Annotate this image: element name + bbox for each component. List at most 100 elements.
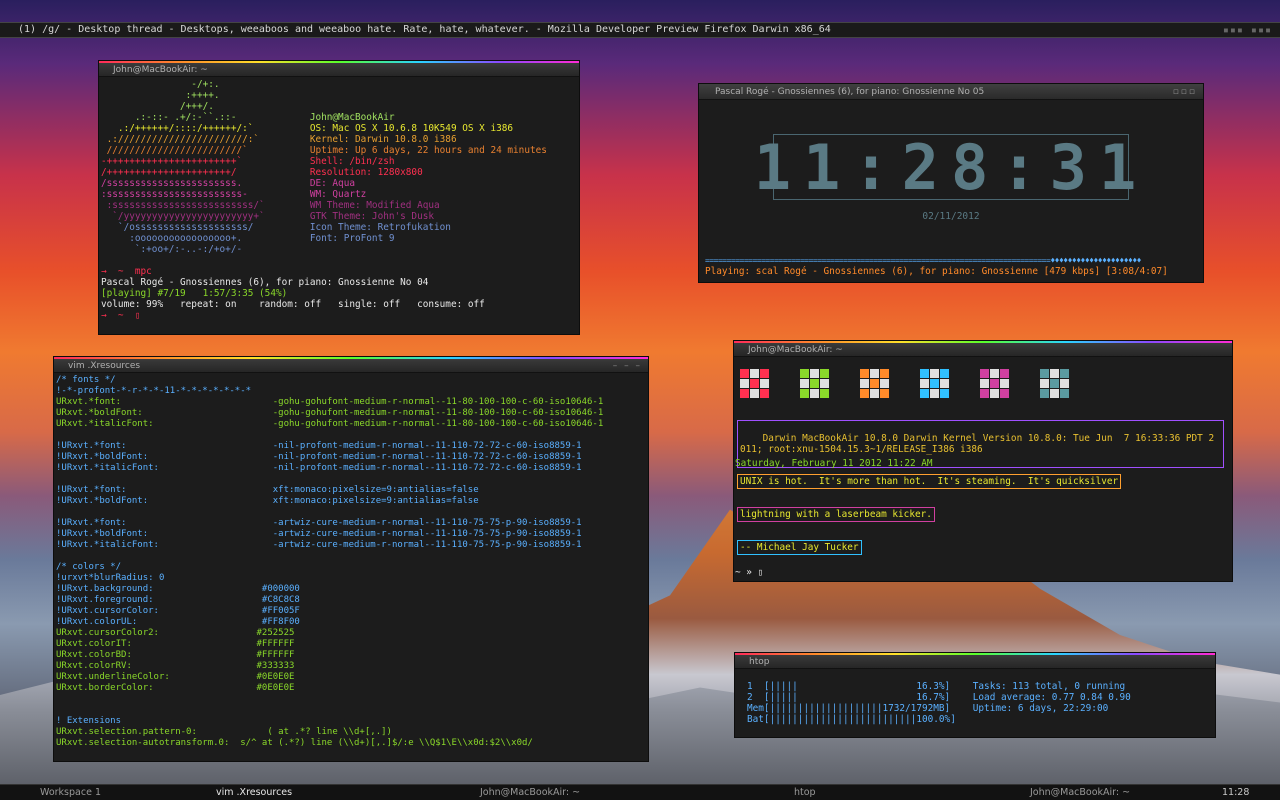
color-block-cell (740, 389, 749, 398)
terminal-line: :++++. (101, 90, 220, 101)
color-block-cell (930, 369, 939, 378)
music-clock-window[interactable]: Pascal Rogé - Gnossiennes (6), for piano… (698, 83, 1204, 283)
terminal-fortune-window[interactable]: John@MacBookAir: ~ Darwin MacBookAir 10.… (733, 340, 1233, 582)
color-block-cell (1000, 379, 1009, 388)
window-titlebar[interactable]: Pascal Rogé - Gnossiennes (6), for piano… (699, 84, 1203, 100)
window-controls-icon[interactable]: ▫▫▫ (1173, 84, 1197, 100)
color-block-cell (760, 379, 769, 388)
vim-buffer[interactable]: /* fonts */!-*-profont-*-r-*-*-11-*-*-*-… (54, 373, 648, 751)
color-block-cell (990, 389, 999, 398)
terminal-line: !URxvt.colorUL: #FF8F00 (56, 617, 300, 627)
color-block-cell (1060, 379, 1069, 388)
task-terminal-1[interactable]: John@MacBookAir: ~ (480, 787, 580, 798)
terminal-line: :ooooooooooooooooo+. Font: ProFont 9 (101, 233, 395, 244)
terminal-line: URxvt.*italicFont: -gohu-gohufont-medium… (56, 419, 604, 429)
window-title: vim .Xresources (68, 361, 141, 371)
color-block-cell (810, 369, 819, 378)
color-block-cell (800, 389, 809, 398)
color-block-cell (990, 369, 999, 378)
taskbar: Workspace 1 vim .Xresources John@MacBook… (0, 784, 1280, 800)
color-block-cell (880, 389, 889, 398)
terminal-line: !URxvt.*boldFont: xft:monaco:pixelsize=9… (56, 496, 479, 506)
terminal-line: URxvt.borderColor: #0E0E0E (56, 683, 295, 693)
color-block-cell (860, 379, 869, 388)
terminal-line: URxvt.colorBD: #FFFFFF (56, 650, 295, 660)
window-titlebar[interactable]: John@MacBookAir: ~ (734, 343, 1232, 357)
color-block-cell (930, 389, 939, 398)
terminal-line: URxvt.*boldFont: -gohu-gohufont-medium-r… (56, 408, 604, 418)
terminal-line: → ~ mpc (101, 266, 152, 277)
terminal-line: :sssssssssssssssssssssssss/` WM Theme: M… (101, 200, 440, 211)
color-block-cell (820, 369, 829, 378)
uname-text: Darwin MacBookAir 10.8.0 Darwin Kernel V… (740, 433, 1215, 455)
color-block-cell (990, 379, 999, 388)
terminal-line: URxvt.colorIT: #FFFFFF (56, 639, 295, 649)
playback-status: Playing: scal Rogé - Gnossiennes (6), fo… (705, 266, 1168, 277)
window-titlebar[interactable]: htop (735, 655, 1215, 669)
color-block-cell (870, 389, 879, 398)
taskbar-clock: 11:28 (1222, 787, 1250, 798)
vim-xresources-window[interactable]: vim .Xresources – – – /* fonts */!-*-pro… (53, 356, 649, 762)
color-block-cell (1060, 389, 1069, 398)
terminal-line: !URxvt.*font: xft:monaco:pixelsize=9:ant… (56, 485, 479, 495)
color-block-cell (870, 379, 879, 388)
fortune-line-2: lightning with a laserbeam kicker. (737, 507, 935, 522)
terminal-line: Pascal Rogé - Gnossiennes (6), for piano… (101, 277, 429, 288)
browser-title-bar[interactable]: (1) /g/ - Desktop thread - Desktops, wee… (0, 22, 1280, 38)
terminal-body[interactable]: -/+:. :++++. /+++/. .:-::- .+/:-``.::- J… (99, 77, 579, 323)
color-block-cell (820, 389, 829, 398)
terminal-line: !urxvt*blurRadius: 0 (56, 573, 165, 583)
shell-prompt[interactable]: ~ » ▯ (735, 567, 763, 578)
date-line: Saturday, February 11 2012 11:22 AM (735, 458, 933, 469)
terminal-line: `/yyyyyyyyyyyyyyyyyyyyyyy+` GTK Theme: J… (101, 211, 435, 222)
terminal-line: -+++++++++++++++++++++++` Shell: /bin/zs… (101, 156, 395, 167)
terminal-line: URxvt.underlineColor: #0E0E0E (56, 672, 295, 682)
color-block-cell (800, 369, 809, 378)
terminal-line: .:-::- .+/:-``.::- John@MacBookAir (101, 112, 395, 123)
terminal-line: URxvt.selection-autotransform.0: s/^ at … (56, 738, 533, 748)
terminal-screenfetch-window[interactable]: John@MacBookAir: ~ -/+:. :++++. /+++/. .… (98, 60, 580, 335)
terminal-line: !URxvt.cursorColor: #FF005F (56, 606, 300, 616)
terminal-line: ! Extensions (56, 716, 122, 726)
color-block-cell (1050, 379, 1059, 388)
terminal-line: !URxvt.*boldFont: -nil-profont-medium-r-… (56, 452, 582, 462)
terminal-line: !URxvt.*font: -nil-profont-medium-r-norm… (56, 441, 582, 451)
task-vim[interactable]: vim .Xresources (216, 787, 292, 798)
color-blocks (740, 369, 1069, 398)
workspace-label[interactable]: Workspace 1 (40, 787, 101, 798)
window-controls-icon[interactable]: ▪▪▪ ▪▪▪ (1223, 24, 1272, 38)
color-block-cell (980, 389, 989, 398)
window-title: Pascal Rogé - Gnossiennes (6), for piano… (715, 87, 985, 97)
task-htop[interactable]: htop (794, 787, 816, 798)
terminal-line: URxvt.selection.pattern-0: ( at .*? line… (56, 727, 392, 737)
terminal-line: [playing] #7/19 1:57/3:35 (54%) (101, 288, 288, 299)
htop-window[interactable]: htop 1 [||||| 16.3%] Tasks: 113 total, 0… (734, 652, 1216, 738)
color-block-cell (980, 369, 989, 378)
playback-progress[interactable]: ========================================… (705, 256, 1199, 265)
htop-meters[interactable]: 1 [||||| 16.3%] Tasks: 113 total, 0 runn… (735, 669, 1215, 727)
terminal-line: /sssssssssssssssssssssss. DE: Aqua (101, 178, 355, 189)
color-block-cell (920, 389, 929, 398)
color-block-cell (1050, 389, 1059, 398)
terminal-line: !URxvt.background: #000000 (56, 584, 300, 594)
window-title: John@MacBookAir: ~ (748, 345, 843, 355)
terminal-line: volume: 99% repeat: on random: off singl… (101, 299, 485, 310)
window-titlebar[interactable]: John@MacBookAir: ~ (99, 63, 579, 77)
color-block-cell (1000, 369, 1009, 378)
terminal-line: !-*-profont-*-r-*-*-11-*-*-*-*-*-*-* (56, 386, 252, 396)
color-block-cell (740, 369, 749, 378)
terminal-line: .:///////////////////////:` Kernel: Darw… (101, 134, 457, 145)
terminal-line: `:+oo+/:-..-:/+o+/- (101, 244, 243, 255)
terminal-line: !URxvt.foreground: #C8C8C8 (56, 595, 300, 605)
terminal-line: ////////////////////////` Uptime: Up 6 d… (101, 145, 547, 156)
color-block-cell (760, 389, 769, 398)
window-controls-icon[interactable]: – – – (613, 359, 642, 373)
terminal-line: Bat[||||||||||||||||||||||||||100.0%] (747, 714, 956, 725)
fortune-text-1: UNIX is hot. It's more than hot. It's st… (740, 476, 1119, 487)
window-titlebar[interactable]: vim .Xresources – – – (54, 359, 648, 373)
task-terminal-2[interactable]: John@MacBookAir: ~ (1030, 787, 1130, 798)
